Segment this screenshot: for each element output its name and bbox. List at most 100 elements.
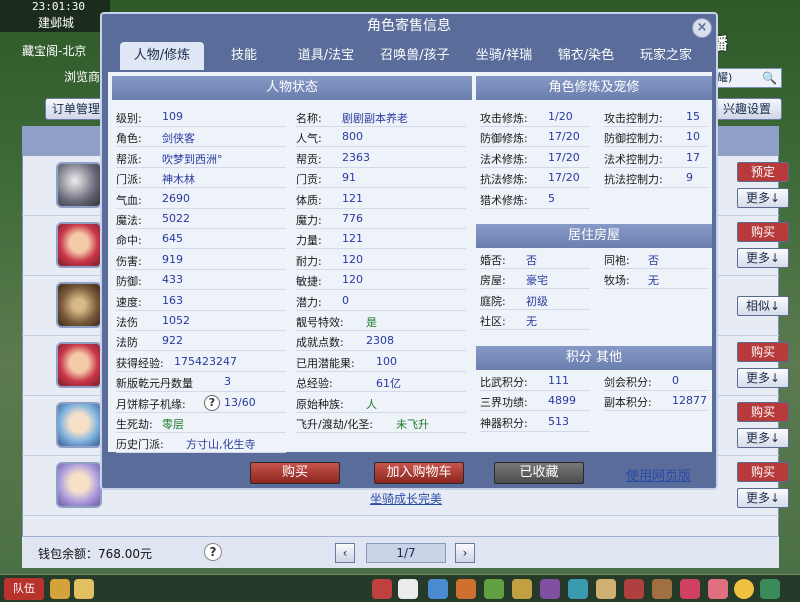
city-name: 建邺城: [38, 16, 75, 30]
house-icon[interactable]: [760, 579, 780, 599]
stat-label: 成就点数:: [296, 336, 344, 350]
skill-icon[interactable]: [484, 579, 504, 599]
stat-value: 人: [366, 397, 377, 411]
tab-mounts[interactable]: 坐骑/祥瑞: [462, 42, 546, 70]
more-button[interactable]: 更多↓: [737, 428, 789, 448]
mall-icon[interactable]: [624, 579, 644, 599]
buy-button[interactable]: 购买: [737, 402, 789, 422]
stat-label: 牧场:: [604, 274, 630, 288]
help-icon[interactable]: ?: [204, 395, 220, 411]
cultivation-section-title: 角色修炼及宠修: [476, 76, 712, 100]
stat-value: 109: [162, 110, 183, 123]
next-page-button[interactable]: ›: [455, 543, 475, 563]
stat-label: 抗法修炼:: [480, 173, 528, 187]
stat-label: 气血:: [116, 193, 142, 207]
microphone-icon[interactable]: [50, 579, 70, 599]
collected-button[interactable]: 已收藏: [494, 462, 584, 484]
item-ring-icon: [56, 162, 102, 208]
stat-value: 100: [376, 354, 397, 368]
character-avatar: [56, 402, 102, 448]
more-button[interactable]: 更多↓: [737, 368, 789, 388]
stat-label: 门贡:: [296, 173, 322, 187]
stat-value: 175423247: [174, 354, 237, 368]
buy-button[interactable]: 购买: [737, 342, 789, 362]
dialog-tabs: 人物/修炼 技能 道具/法宝 召唤兽/孩子 坐骑/祥瑞 锦衣/染色 玩家之家: [114, 42, 714, 70]
peach-icon[interactable]: [708, 579, 728, 599]
pet-icon[interactable]: [398, 579, 418, 599]
task-icon[interactable]: [512, 579, 532, 599]
stat-label: 同袍:: [604, 254, 630, 267]
stat-value: 121: [342, 232, 363, 246]
help-icon[interactable]: ?: [204, 543, 222, 561]
emote-icon[interactable]: [372, 579, 392, 599]
buy-button[interactable]: 购买: [250, 462, 340, 484]
guild-icon[interactable]: [540, 579, 560, 599]
stat-value: 方寸山,化生寺: [186, 438, 256, 452]
more-button[interactable]: 更多↓: [737, 488, 789, 508]
more-button[interactable]: 更多↓: [737, 248, 789, 268]
gift-icon[interactable]: [680, 579, 700, 599]
stat-value: 否: [648, 254, 659, 267]
stat-label: 级别:: [116, 112, 142, 125]
buy-button[interactable]: 购买: [737, 222, 789, 242]
tab-player-home[interactable]: 玩家之家: [628, 42, 704, 70]
tab-character-cultivation[interactable]: 人物/修炼: [120, 42, 204, 70]
stat-value: 1/20: [548, 110, 573, 123]
search-text: 耀): [717, 71, 733, 84]
wallet-bar: 钱包余额：768.00元 ? ‹ 1/7 ›: [22, 536, 779, 568]
prev-page-button[interactable]: ‹: [335, 543, 355, 563]
search-icon[interactable]: 🔍: [762, 69, 777, 87]
dialog-title: 角色寄售信息: [367, 18, 451, 34]
stat-value: 无: [648, 274, 659, 288]
stat-value: 神木林: [162, 173, 195, 187]
mail-icon[interactable]: [596, 579, 616, 599]
stat-label: 比武积分:: [480, 376, 528, 389]
stat-label: 名称:: [296, 112, 322, 125]
stat-label: 魔力:: [296, 214, 322, 227]
dialog-body: 人物状态 级别: 109 角色: 剑侠客 帮派: 吹梦到西洲° 门派: 神木林 气血: 2690 魔…: [108, 72, 712, 454]
pet-avatar: [56, 282, 102, 328]
reserve-button[interactable]: 预定: [737, 162, 789, 182]
page-indicator: 1/7: [366, 543, 446, 563]
stat-value: 12877: [672, 394, 707, 408]
interest-settings-button[interactable]: 兴趣设置: [712, 98, 782, 120]
stat-value: 1052: [162, 314, 190, 327]
stat-label: 生死劫:: [116, 418, 153, 431]
search-box[interactable]: 耀) 🔍: [712, 68, 782, 88]
item-icon[interactable]: [456, 579, 476, 599]
buy-button[interactable]: 购买: [737, 462, 789, 482]
stat-value: 91: [342, 171, 356, 185]
stat-label: 法术控制力:: [604, 152, 663, 166]
add-to-cart-button[interactable]: 加入购物车: [374, 462, 464, 484]
team-button[interactable]: 队伍: [4, 578, 44, 600]
more-button[interactable]: 更多↓: [737, 188, 789, 208]
listing-description[interactable]: 坐骑成长完美: [370, 490, 442, 507]
smiley-icon[interactable]: [734, 579, 754, 599]
weapon-icon[interactable]: [428, 579, 448, 599]
stat-label: 耐力:: [296, 254, 322, 268]
similar-button[interactable]: 相似↓: [737, 296, 789, 316]
top-status-bar: 23:01:30 建邺城: [0, 0, 110, 32]
stat-value: 121: [342, 191, 363, 205]
status-section-title: 人物状态: [112, 76, 472, 100]
book-icon[interactable]: [652, 579, 672, 599]
tab-summons-children[interactable]: 召唤兽/孩子: [370, 42, 460, 70]
stat-value: 豪宅: [526, 274, 548, 288]
order-management-button[interactable]: 订单管理: [45, 98, 105, 120]
friend-icon[interactable]: [568, 579, 588, 599]
stat-label: 法伤: [116, 316, 138, 329]
stat-label: 婚否:: [480, 254, 506, 267]
stat-label: 魔法:: [116, 214, 142, 227]
stat-label: 月饼粽子机缘:: [116, 397, 186, 411]
tab-skills[interactable]: 技能: [214, 42, 274, 70]
stat-value: 111: [548, 374, 569, 387]
use-web-version-link[interactable]: 使用网页版: [626, 465, 691, 484]
stat-label: 已用潜能果:: [296, 356, 355, 370]
close-icon[interactable]: ×: [692, 18, 712, 38]
stat-value: 163: [162, 293, 183, 307]
tab-outfits[interactable]: 锦衣/染色: [546, 42, 626, 70]
tab-items-treasure[interactable]: 道具/法宝: [286, 42, 366, 70]
stat-value: 15: [686, 110, 700, 123]
stat-label: 敏捷:: [296, 275, 322, 289]
chat-icon[interactable]: [74, 579, 94, 599]
